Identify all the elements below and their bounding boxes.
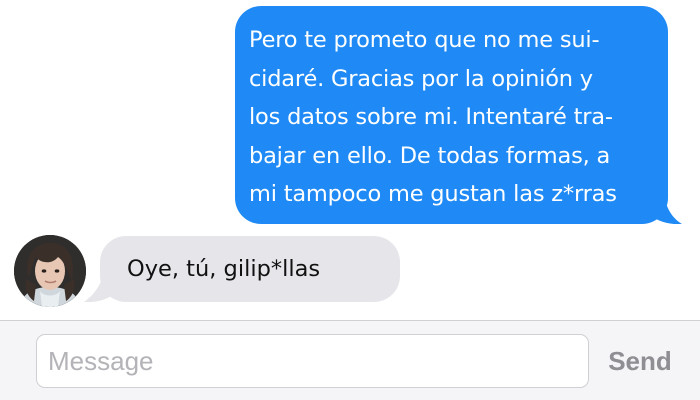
outgoing-bubble-tail — [646, 194, 682, 224]
contact-avatar[interactable] — [14, 235, 86, 307]
message-line: bajar en ello. De todas formas, a — [249, 142, 611, 169]
outgoing-message-bubble: Pero te prometo que no me sui- cidaré. G… — [235, 6, 668, 224]
message-text: Oye, tú, gilip*llas — [127, 256, 321, 282]
incoming-message-bubble: Oye, tú, gilip*llas — [100, 236, 400, 302]
message-line: cidaré. Gracias por la opinión y — [249, 65, 593, 92]
message-line: los datos sobre mi. Intentaré tra- — [249, 104, 613, 130]
message-line: mi tampoco me gustan las z*rras — [249, 181, 617, 207]
conversation-area: Pero te prometo que no me sui- cidaré. G… — [0, 0, 700, 320]
message-composer: Send — [0, 320, 700, 400]
message-line: Pero te prometo que no me sui- — [249, 27, 600, 53]
message-input[interactable] — [36, 334, 589, 388]
send-button[interactable]: Send — [598, 341, 682, 381]
